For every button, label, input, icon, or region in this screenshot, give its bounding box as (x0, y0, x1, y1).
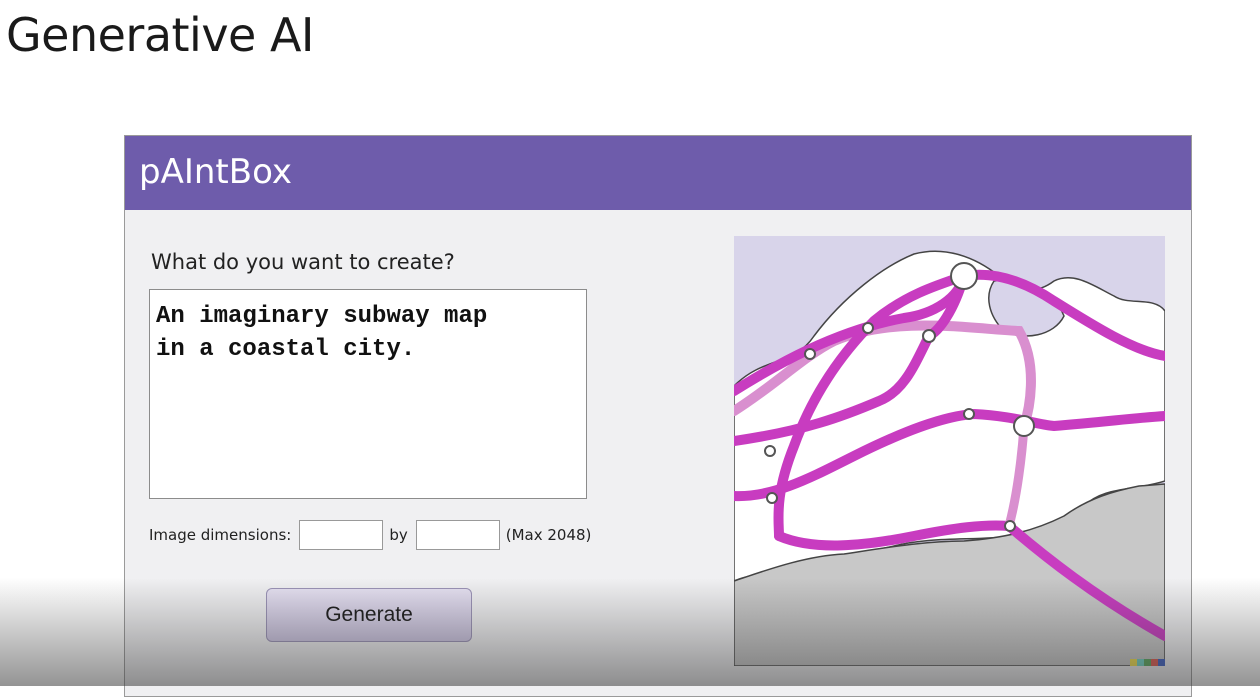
image-dimensions-row: Image dimensions: by (Max 2048) (149, 520, 591, 550)
prompt-textarea[interactable]: An imaginary subway map in a coastal cit… (149, 289, 587, 499)
slide-title: Generative AI (6, 8, 315, 62)
paintbox-app-window: pAIntBox What do you want to create? An … (124, 135, 1192, 697)
map-station (804, 348, 816, 360)
image-watermark (1130, 659, 1165, 666)
map-station (764, 445, 776, 457)
generate-button[interactable]: Generate (266, 588, 472, 642)
max-size-label: (Max 2048) (505, 526, 592, 544)
prompt-label: What do you want to create? (151, 250, 455, 274)
width-input[interactable] (299, 520, 384, 550)
by-label: by (389, 526, 408, 544)
map-station (1013, 415, 1035, 437)
map-station (922, 329, 936, 343)
app-header: pAIntBox (125, 136, 1191, 210)
map-station (766, 492, 778, 504)
map-station (862, 322, 874, 334)
map-station (950, 262, 978, 290)
map-station (963, 408, 975, 420)
generated-subway-map-image (734, 236, 1165, 666)
app-name: pAIntBox (139, 152, 292, 192)
map-station (1004, 520, 1016, 532)
height-input[interactable] (415, 520, 500, 550)
dimensions-label: Image dimensions: (149, 526, 292, 544)
